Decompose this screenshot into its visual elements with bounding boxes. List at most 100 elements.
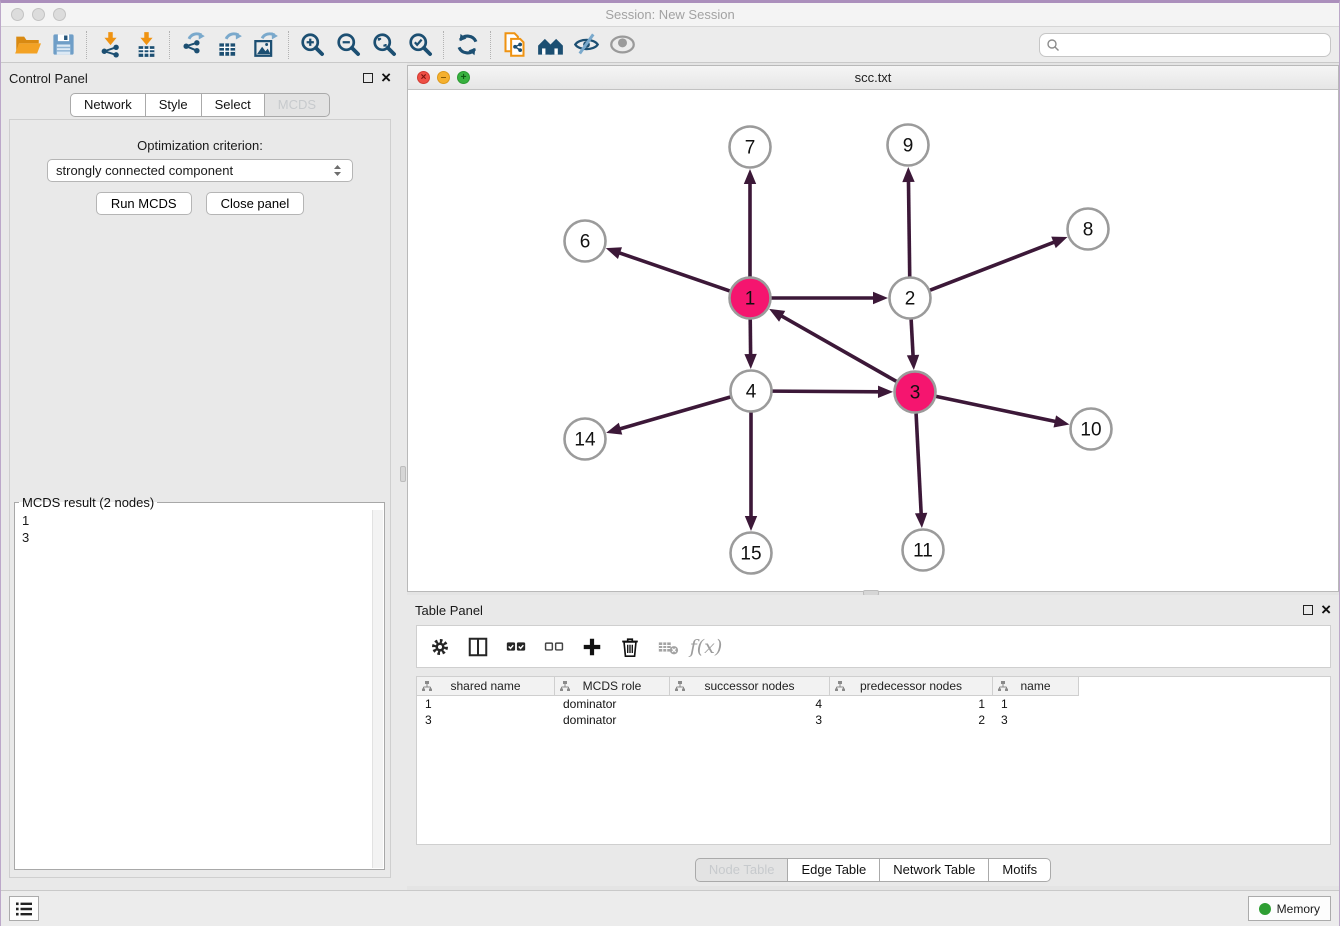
- edge-1-4[interactable]: [744, 319, 756, 369]
- table-panel-header: Table Panel ×: [407, 595, 1339, 625]
- edge-2-9[interactable]: [902, 167, 914, 277]
- table-settings-icon: [429, 636, 451, 658]
- tab-select[interactable]: Select: [201, 93, 265, 117]
- edge-4-14[interactable]: [606, 397, 730, 435]
- add-column-button[interactable]: [577, 632, 607, 662]
- export-table-button[interactable]: [211, 29, 247, 61]
- column-header-mcds-role[interactable]: MCDS role: [555, 677, 670, 695]
- tab-node-table[interactable]: Node Table: [695, 858, 789, 882]
- memory-button[interactable]: Memory: [1248, 896, 1331, 921]
- column-visibility-button[interactable]: [463, 632, 493, 662]
- status-bar: Memory: [1, 890, 1339, 926]
- node-14[interactable]: 14: [565, 419, 606, 460]
- table-settings-button[interactable]: [425, 632, 455, 662]
- select-all-rows-button[interactable]: [501, 632, 531, 662]
- zoom-in-icon: [299, 31, 326, 58]
- float-panel-icon[interactable]: [1303, 605, 1313, 615]
- edge-3-1[interactable]: [769, 309, 896, 381]
- node-15[interactable]: 15: [731, 533, 772, 574]
- add-column-icon: [581, 636, 603, 658]
- column-header-name[interactable]: name: [993, 677, 1079, 695]
- criterion-select[interactable]: strongly connected component: [47, 159, 353, 182]
- edge-4-3[interactable]: [772, 386, 893, 398]
- network-window-titlebar: × – + scc.txt: [408, 66, 1338, 90]
- result-scrollbar[interactable]: [372, 510, 383, 868]
- node-11[interactable]: 11: [903, 530, 944, 571]
- edge-2-3[interactable]: [907, 319, 919, 370]
- zoom-in-button[interactable]: [294, 29, 330, 61]
- column-header-shared-name[interactable]: shared name: [417, 677, 555, 695]
- panel-splitter[interactable]: [399, 63, 407, 890]
- node-3[interactable]: 3: [895, 372, 936, 413]
- first-neighbors-button[interactable]: [532, 29, 568, 61]
- function-builder-button[interactable]: f(x): [691, 632, 721, 662]
- save-session-button[interactable]: [45, 29, 81, 61]
- node-9[interactable]: 9: [888, 125, 929, 166]
- clone-network-button[interactable]: [496, 29, 532, 61]
- tab-network[interactable]: Network: [70, 93, 146, 117]
- edge-2-8[interactable]: [930, 237, 1067, 291]
- import-table-button[interactable]: [128, 29, 164, 61]
- import-network-button[interactable]: [92, 29, 128, 61]
- refresh-layout-button[interactable]: [449, 29, 485, 61]
- zoom-selected-button[interactable]: [402, 29, 438, 61]
- node-1[interactable]: 1: [730, 278, 771, 319]
- delete-column-icon: [619, 636, 641, 658]
- network-canvas[interactable]: 7 9 6 8 1 2 4 3 14 10 15 11: [408, 90, 1338, 591]
- mcds-result-title: MCDS result (2 nodes): [19, 495, 157, 510]
- node-6[interactable]: 6: [565, 221, 606, 262]
- node-10[interactable]: 10: [1071, 409, 1112, 450]
- task-history-button[interactable]: [9, 896, 39, 921]
- tab-mcds[interactable]: MCDS: [264, 93, 330, 117]
- node-7[interactable]: 7: [730, 127, 771, 168]
- float-panel-icon[interactable]: [363, 73, 373, 83]
- close-panel-button[interactable]: Close panel: [206, 192, 305, 215]
- right-column: × – + scc.txt 7 9 6 8 1 2 4 3 14 10 15 11 Table Pan…: [407, 63, 1339, 890]
- node-table[interactable]: shared nameMCDS rolesuccessor nodesprede…: [416, 676, 1331, 845]
- tab-motifs[interactable]: Motifs: [988, 858, 1051, 882]
- node-4[interactable]: 4: [731, 371, 772, 412]
- open-session-icon: [14, 31, 41, 58]
- table-row[interactable]: 1dominator411: [417, 696, 1330, 712]
- tab-network-table[interactable]: Network Table: [879, 858, 989, 882]
- column-header-successor-nodes[interactable]: successor nodes: [670, 677, 830, 695]
- zoom-out-button[interactable]: [330, 29, 366, 61]
- edge-4-15[interactable]: [745, 413, 757, 532]
- table-row[interactable]: 3dominator323: [417, 712, 1330, 728]
- edge-1-6[interactable]: [606, 247, 730, 291]
- export-network-button[interactable]: [175, 29, 211, 61]
- delete-table-button[interactable]: [653, 632, 683, 662]
- node-2[interactable]: 2: [890, 278, 931, 319]
- table-tabs: Node TableEdge TableNetwork TableMotifs: [407, 858, 1339, 882]
- close-panel-icon[interactable]: ×: [381, 73, 391, 83]
- edge-3-11[interactable]: [915, 413, 927, 528]
- edge-1-2[interactable]: [772, 292, 889, 304]
- tab-style[interactable]: Style: [145, 93, 202, 117]
- show-all-button[interactable]: [604, 29, 640, 61]
- export-image-button[interactable]: [247, 29, 283, 61]
- zoom-fit-button[interactable]: [366, 29, 402, 61]
- deselect-all-rows-button[interactable]: [539, 632, 569, 662]
- export-table-icon: [216, 31, 243, 58]
- hide-selected-button[interactable]: [568, 29, 604, 61]
- open-session-button[interactable]: [9, 29, 45, 61]
- first-neighbors-icon: [537, 31, 564, 58]
- delete-column-button[interactable]: [615, 632, 645, 662]
- column-type-icon: [422, 681, 432, 691]
- search-input[interactable]: [1060, 38, 1324, 52]
- control-panel-tabs: NetworkStyleSelectMCDS: [1, 93, 399, 117]
- tab-edge-table[interactable]: Edge Table: [787, 858, 880, 882]
- column-header-predecessor-nodes[interactable]: predecessor nodes: [830, 677, 993, 695]
- cell-predecessor-nodes: 2: [830, 712, 993, 728]
- node-8[interactable]: 8: [1068, 209, 1109, 250]
- edge-3-10[interactable]: [936, 396, 1069, 427]
- zoom-out-icon: [335, 31, 362, 58]
- splitter-grip[interactable]: [400, 466, 406, 482]
- network-window: × – + scc.txt 7 9 6 8 1 2 4 3 14 10 15 11: [407, 65, 1339, 592]
- memory-label: Memory: [1277, 902, 1320, 916]
- run-mcds-button[interactable]: Run MCDS: [96, 192, 192, 215]
- node-label: 10: [1080, 420, 1101, 441]
- select-all-rows-icon: [505, 636, 527, 658]
- edge-1-7[interactable]: [744, 169, 756, 277]
- close-panel-icon[interactable]: ×: [1321, 605, 1331, 615]
